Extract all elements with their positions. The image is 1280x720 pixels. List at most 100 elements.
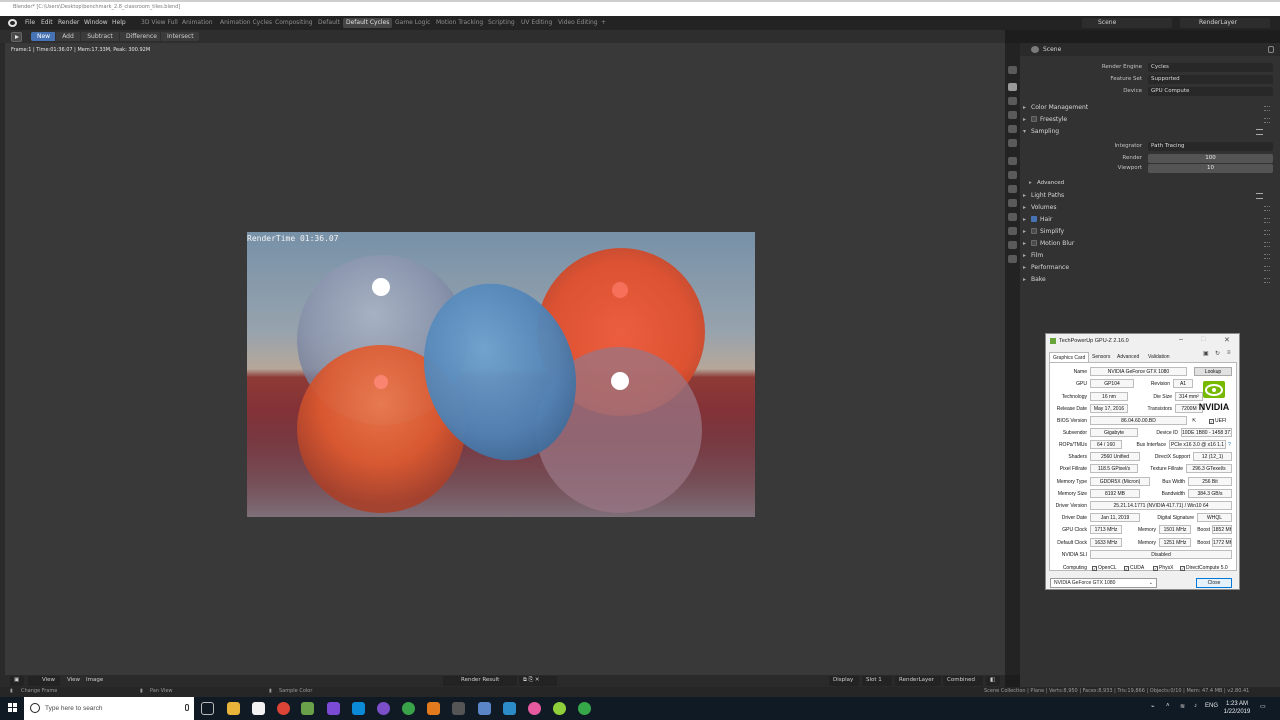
taskbar-search-box[interactable]: Type here to search bbox=[24, 697, 194, 720]
chrome-icon[interactable] bbox=[277, 702, 290, 715]
itunes-icon[interactable] bbox=[528, 702, 541, 715]
render-tab-icon[interactable] bbox=[1008, 83, 1017, 91]
tab-motion-tracking[interactable]: Motion Tracking bbox=[433, 18, 486, 28]
file-explorer-icon[interactable] bbox=[227, 702, 240, 715]
microphone-icon[interactable] bbox=[185, 704, 189, 711]
simplify-checkbox[interactable] bbox=[1031, 228, 1037, 234]
panel-drag-handle[interactable] bbox=[1264, 218, 1270, 223]
menu-window[interactable]: Window bbox=[84, 19, 108, 26]
tab-default-cycles[interactable]: Default Cycles bbox=[343, 18, 393, 28]
particles-tab-icon[interactable] bbox=[1008, 185, 1017, 193]
camera-icon[interactable]: ▣ bbox=[1203, 350, 1209, 357]
scene-selector[interactable]: Scene bbox=[1082, 18, 1172, 28]
new-button[interactable]: New bbox=[31, 32, 55, 41]
menu-render[interactable]: Render bbox=[58, 19, 79, 26]
panel-bake[interactable]: ▸ Bake bbox=[1023, 276, 1046, 283]
device-dropdown[interactable]: GPU Compute bbox=[1148, 87, 1273, 96]
texture-tab-icon[interactable] bbox=[1008, 255, 1017, 263]
material-tab-icon[interactable] bbox=[1008, 241, 1017, 249]
tab-default[interactable]: Default bbox=[315, 18, 343, 28]
presets-list-icon[interactable] bbox=[1256, 129, 1263, 135]
layer-dropdown[interactable]: RenderLayer bbox=[895, 676, 941, 686]
panel-sampling[interactable]: ▾ Sampling bbox=[1023, 128, 1059, 135]
viber-icon[interactable] bbox=[377, 702, 390, 715]
scene-tab-icon[interactable] bbox=[1008, 125, 1017, 133]
app-icon[interactable] bbox=[327, 702, 340, 715]
share-icon[interactable]: ⇱ bbox=[1192, 418, 1196, 424]
panel-performance[interactable]: ▸ Performance bbox=[1023, 264, 1069, 271]
refresh-icon[interactable]: ↻ bbox=[1215, 350, 1220, 357]
panel-hair[interactable]: ▸ Hair bbox=[1023, 216, 1052, 223]
presets-list-icon[interactable] bbox=[1256, 193, 1263, 199]
volume-icon[interactable]: ♪ bbox=[1194, 703, 1197, 709]
tab-scripting[interactable]: Scripting bbox=[485, 18, 518, 28]
tab-sensors[interactable]: Sensors bbox=[1089, 352, 1113, 362]
menu-icon[interactable]: ≡ bbox=[1227, 350, 1231, 356]
panel-volumes[interactable]: ▸ Volumes bbox=[1023, 204, 1056, 211]
skype-icon[interactable] bbox=[352, 702, 365, 715]
torrent-icon[interactable] bbox=[578, 702, 591, 715]
display-dropdown[interactable]: Display bbox=[829, 676, 859, 686]
slot-dropdown[interactable]: Slot 1 bbox=[862, 676, 892, 686]
language-indicator[interactable]: ENG bbox=[1205, 703, 1218, 709]
play-icon[interactable] bbox=[11, 32, 22, 42]
panel-drag-handle[interactable] bbox=[1264, 278, 1270, 283]
tab-animation[interactable]: Animation bbox=[179, 18, 216, 28]
menu-file[interactable]: File bbox=[25, 19, 35, 26]
panel-drag-handle[interactable] bbox=[1264, 266, 1270, 271]
panel-film[interactable]: ▸ Film bbox=[1023, 252, 1043, 259]
chevron-up-icon[interactable]: ˄ bbox=[1166, 703, 1170, 709]
constraints-tab-icon[interactable] bbox=[1008, 213, 1017, 221]
task-view-icon[interactable] bbox=[201, 702, 214, 715]
editor-type-selector[interactable]: ▣ bbox=[10, 676, 24, 686]
tab-advanced[interactable]: Advanced bbox=[1114, 352, 1142, 362]
tab-video-editing[interactable]: Video Editing bbox=[555, 18, 601, 28]
tab-game-logic[interactable]: Game Logic bbox=[392, 18, 433, 28]
output-tab-icon[interactable] bbox=[1008, 97, 1017, 105]
integrator-dropdown[interactable]: Path Tracing bbox=[1148, 142, 1273, 151]
image-actions[interactable]: ⧉ ⎘ ✕ bbox=[519, 676, 557, 686]
tab-3d-view-full[interactable]: 3D View Full bbox=[138, 18, 181, 28]
intersect-button[interactable]: Intersect bbox=[161, 32, 199, 41]
xbox-icon[interactable] bbox=[402, 702, 415, 715]
close-icon[interactable]: ✕ bbox=[1224, 336, 1230, 344]
add-button[interactable]: Add bbox=[56, 32, 80, 41]
panel-drag-handle[interactable] bbox=[1264, 118, 1270, 123]
tab-uv-editing[interactable]: UV Editing bbox=[518, 18, 555, 28]
world-tab-icon[interactable] bbox=[1008, 139, 1017, 147]
app-icon[interactable] bbox=[553, 702, 566, 715]
app-icon[interactable] bbox=[503, 702, 516, 715]
display-channels-icon[interactable]: ◧ bbox=[986, 676, 1000, 686]
panel-motion-blur[interactable]: ▸ Motion Blur bbox=[1023, 240, 1074, 247]
menu-help[interactable]: Help bbox=[112, 19, 126, 26]
store-icon[interactable] bbox=[252, 702, 265, 715]
blender-taskbar-icon[interactable] bbox=[427, 702, 440, 715]
panel-drag-handle[interactable] bbox=[1264, 206, 1270, 211]
physics-tab-icon[interactable] bbox=[1008, 199, 1017, 207]
lookup-button[interactable]: Lookup bbox=[1194, 367, 1232, 376]
data-tab-icon[interactable] bbox=[1008, 227, 1017, 235]
render-result-image[interactable]: RenderTime 01:36.07 bbox=[247, 232, 755, 517]
menu-view[interactable]: View bbox=[67, 677, 80, 683]
system-clock[interactable]: 1:23 AM 1/22/2019 bbox=[1220, 700, 1254, 716]
bus-help-icon[interactable]: ? bbox=[1228, 442, 1231, 448]
pin-icon[interactable] bbox=[1268, 46, 1274, 53]
app-icon[interactable] bbox=[478, 702, 491, 715]
panel-color-management[interactable]: ▸ Color Management bbox=[1023, 104, 1088, 111]
object-tab-icon[interactable] bbox=[1008, 157, 1017, 165]
wifi-icon[interactable]: ≋ bbox=[1180, 703, 1185, 710]
hair-checkbox[interactable] bbox=[1031, 216, 1037, 222]
render-engine-dropdown[interactable]: Cycles bbox=[1148, 63, 1273, 72]
image-browse-field[interactable]: Render Result bbox=[443, 676, 517, 686]
panel-light-paths[interactable]: ▸ Light Paths bbox=[1023, 192, 1064, 199]
gpuz-close-button[interactable]: Close bbox=[1196, 578, 1232, 588]
gpuz-taskbar-icon[interactable] bbox=[301, 702, 314, 715]
windows-start-icon[interactable] bbox=[8, 703, 18, 713]
difference-button[interactable]: Difference bbox=[120, 32, 160, 41]
blender-logo-icon[interactable] bbox=[8, 19, 17, 27]
network-icon[interactable]: ⌁ bbox=[1151, 703, 1155, 710]
tab-animation-cycles[interactable]: Animation Cycles bbox=[217, 18, 275, 28]
subtract-button[interactable]: Subtract bbox=[81, 32, 119, 41]
panel-drag-handle[interactable] bbox=[1264, 106, 1270, 111]
tool-tab-icon[interactable] bbox=[1008, 66, 1017, 74]
